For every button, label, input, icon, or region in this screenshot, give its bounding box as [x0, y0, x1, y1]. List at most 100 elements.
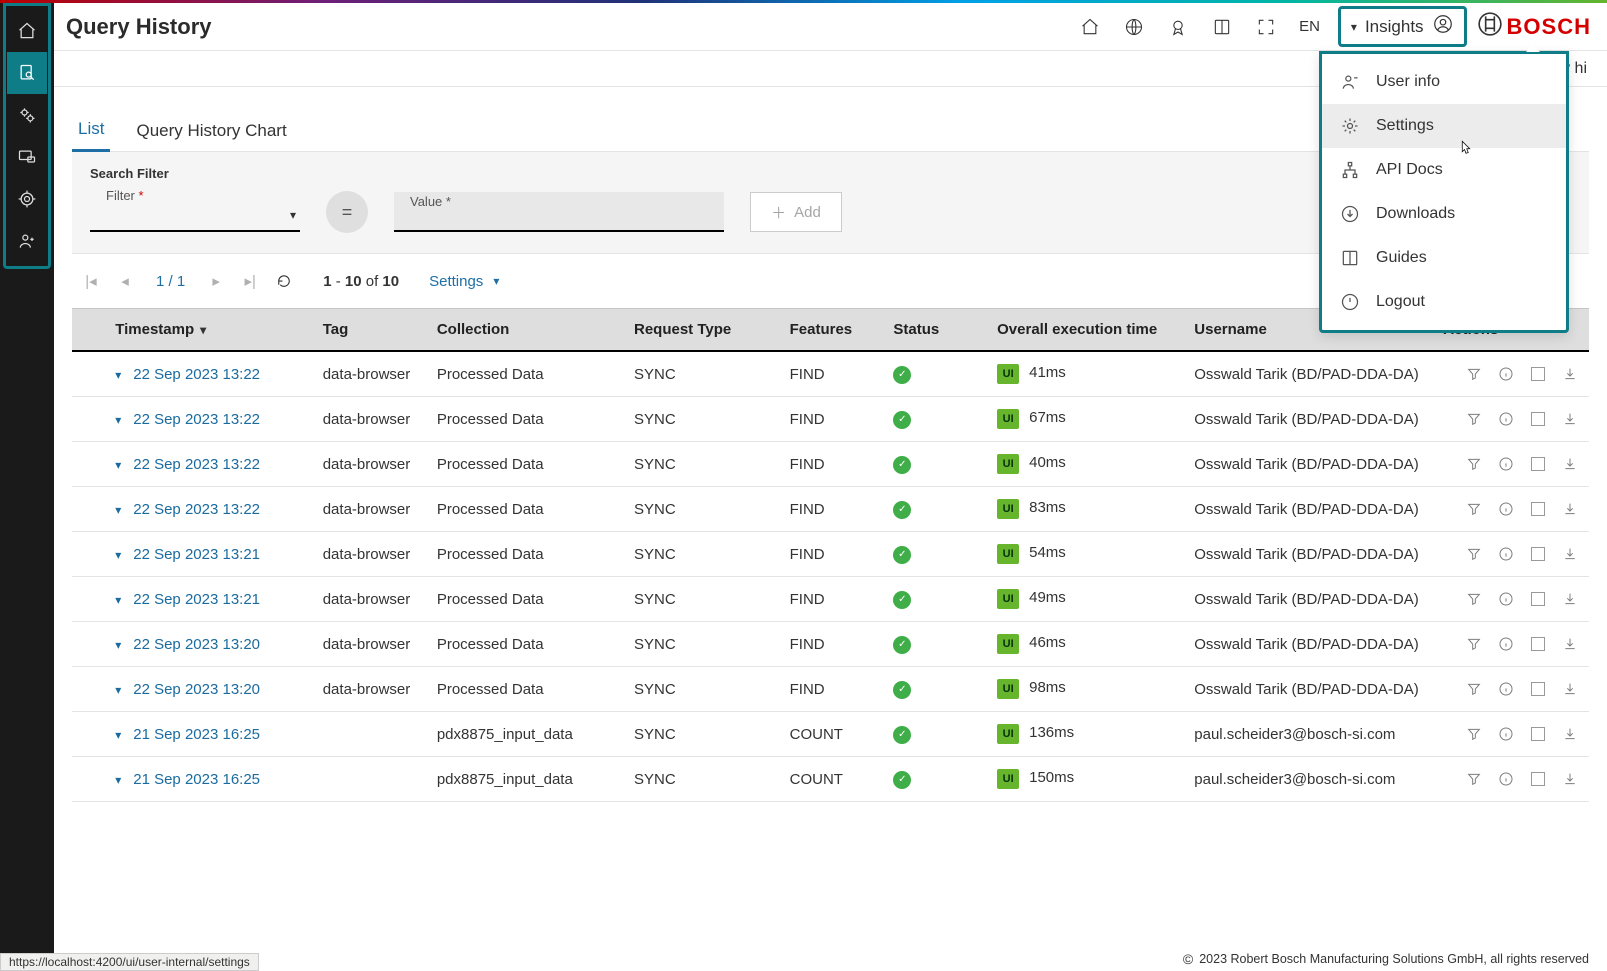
expand-row-icon[interactable]: ▾	[115, 413, 121, 427]
col-timestamp[interactable]: Timestamp▾	[105, 309, 313, 352]
info-action[interactable]	[1497, 635, 1515, 653]
download-action[interactable]	[1561, 410, 1579, 428]
fullscreen-button[interactable]	[1255, 16, 1277, 38]
cell-timestamp[interactable]: ▾22 Sep 2023 13:22	[105, 442, 313, 487]
select-action[interactable]	[1529, 365, 1547, 383]
info-action[interactable]	[1497, 455, 1515, 473]
cell-timestamp[interactable]: ▾22 Sep 2023 13:22	[105, 351, 313, 397]
cell-timestamp[interactable]: ▾21 Sep 2023 16:25	[105, 712, 313, 757]
cell-timestamp[interactable]: ▾22 Sep 2023 13:21	[105, 577, 313, 622]
col-status[interactable]: Status	[883, 309, 987, 352]
filter-action[interactable]	[1465, 365, 1483, 383]
info-action[interactable]	[1497, 725, 1515, 743]
page-prev[interactable]: ◂	[112, 268, 138, 294]
sidebar-search[interactable]	[7, 52, 47, 94]
download-action[interactable]	[1561, 455, 1579, 473]
filter-action[interactable]	[1465, 680, 1483, 698]
value-input[interactable]: Value *	[394, 192, 724, 232]
filter-action[interactable]	[1465, 455, 1483, 473]
info-action[interactable]	[1497, 545, 1515, 563]
menu-settings[interactable]: Settings	[1322, 104, 1566, 148]
download-action[interactable]	[1561, 770, 1579, 788]
info-action[interactable]	[1497, 770, 1515, 788]
filter-action[interactable]	[1465, 500, 1483, 518]
select-action[interactable]	[1529, 680, 1547, 698]
expand-row-icon[interactable]: ▾	[115, 503, 121, 517]
page-first[interactable]: |◂	[78, 268, 104, 294]
book-button[interactable]	[1211, 16, 1233, 38]
expand-row-icon[interactable]: ▾	[115, 773, 121, 787]
cell-timestamp[interactable]: ▾22 Sep 2023 13:22	[105, 397, 313, 442]
menu-api-docs[interactable]: API Docs	[1322, 148, 1566, 192]
select-action[interactable]	[1529, 590, 1547, 608]
expand-row-icon[interactable]: ▾	[115, 593, 121, 607]
info-action[interactable]	[1497, 365, 1515, 383]
sidebar-user[interactable]	[7, 220, 47, 262]
select-action[interactable]	[1529, 410, 1547, 428]
select-action[interactable]	[1529, 725, 1547, 743]
menu-user-info[interactable]: User info	[1322, 60, 1566, 104]
filter-action[interactable]	[1465, 635, 1483, 653]
tab-chart[interactable]: Query History Chart	[130, 111, 292, 151]
select-action[interactable]	[1529, 500, 1547, 518]
sidebar-monitor[interactable]	[7, 136, 47, 178]
expand-row-icon[interactable]: ▾	[115, 548, 121, 562]
sidebar-home[interactable]	[7, 10, 47, 52]
table-settings-link[interactable]: Settings ▾	[429, 273, 499, 290]
filter-action[interactable]	[1465, 545, 1483, 563]
info-action[interactable]	[1497, 590, 1515, 608]
expand-row-icon[interactable]: ▾	[115, 728, 121, 742]
col-exec-time[interactable]: Overall execution time	[987, 309, 1184, 352]
refresh-button[interactable]	[271, 268, 297, 294]
col-tag[interactable]: Tag	[313, 309, 427, 352]
cell-timestamp[interactable]: ▾22 Sep 2023 13:20	[105, 667, 313, 712]
info-action[interactable]	[1497, 500, 1515, 518]
info-action[interactable]	[1497, 680, 1515, 698]
filter-action[interactable]	[1465, 770, 1483, 788]
select-action[interactable]	[1529, 545, 1547, 563]
info-action[interactable]	[1497, 410, 1515, 428]
cell-timestamp[interactable]: ▾21 Sep 2023 16:25	[105, 757, 313, 802]
cell-collection: Processed Data	[427, 487, 624, 532]
home-button[interactable]	[1079, 16, 1101, 38]
cell-timestamp[interactable]: ▾22 Sep 2023 13:20	[105, 622, 313, 667]
badge-button[interactable]	[1167, 16, 1189, 38]
page-next[interactable]: ▸	[203, 268, 229, 294]
expand-row-icon[interactable]: ▾	[115, 458, 121, 472]
filter-action[interactable]	[1465, 725, 1483, 743]
col-collection[interactable]: Collection	[427, 309, 624, 352]
logout-icon	[1340, 292, 1360, 312]
col-request-type[interactable]: Request Type	[624, 309, 780, 352]
download-action[interactable]	[1561, 635, 1579, 653]
download-action[interactable]	[1561, 680, 1579, 698]
menu-logout[interactable]: Logout	[1322, 280, 1566, 324]
expand-row-icon[interactable]: ▾	[115, 638, 121, 652]
select-action[interactable]	[1529, 635, 1547, 653]
download-action[interactable]	[1561, 545, 1579, 563]
filter-select[interactable]: Filter * ▾	[90, 192, 300, 232]
filter-action[interactable]	[1465, 410, 1483, 428]
menu-downloads[interactable]: Downloads	[1322, 192, 1566, 236]
cell-timestamp[interactable]: ▾22 Sep 2023 13:21	[105, 532, 313, 577]
add-filter-button[interactable]: ＋ Add	[750, 192, 842, 232]
language-label[interactable]: EN	[1299, 18, 1320, 35]
download-action[interactable]	[1561, 725, 1579, 743]
sidebar-gears[interactable]	[7, 94, 47, 136]
download-action[interactable]	[1561, 500, 1579, 518]
filter-action[interactable]	[1465, 590, 1483, 608]
download-action[interactable]	[1561, 365, 1579, 383]
select-action[interactable]	[1529, 455, 1547, 473]
tab-list[interactable]: List	[72, 109, 110, 152]
menu-guides[interactable]: Guides	[1322, 236, 1566, 280]
download-action[interactable]	[1561, 590, 1579, 608]
col-features[interactable]: Features	[780, 309, 884, 352]
expand-row-icon[interactable]: ▾	[115, 368, 121, 382]
cell-timestamp[interactable]: ▾22 Sep 2023 13:22	[105, 487, 313, 532]
select-action[interactable]	[1529, 770, 1547, 788]
globe-button[interactable]	[1123, 16, 1145, 38]
expand-row-icon[interactable]: ▾	[115, 683, 121, 697]
page-last[interactable]: ▸|	[237, 268, 263, 294]
sidebar-target[interactable]	[7, 178, 47, 220]
insights-menu-trigger[interactable]: ▾ Insights	[1338, 6, 1467, 47]
equals-operator[interactable]: =	[326, 191, 368, 233]
